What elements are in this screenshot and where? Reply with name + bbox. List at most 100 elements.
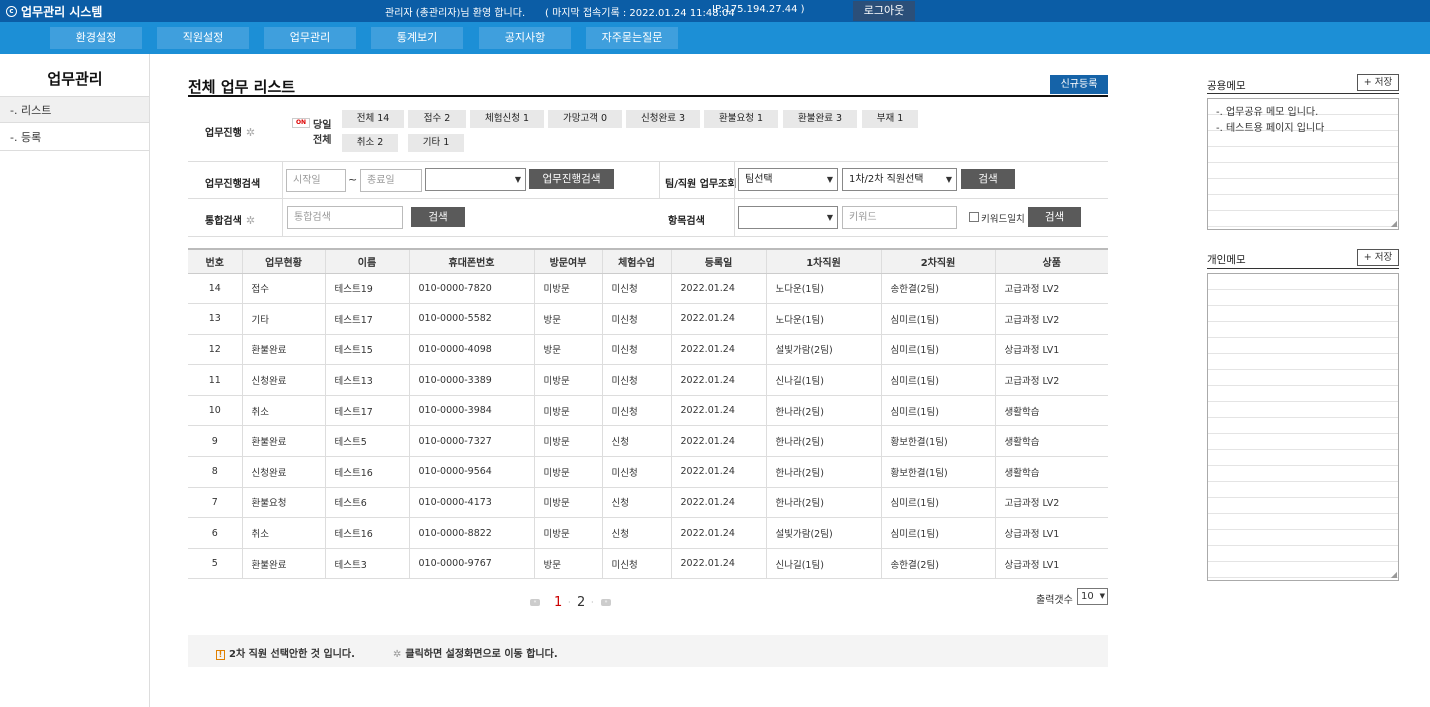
cell-no: 14: [188, 273, 242, 305]
status-chip-refund-done[interactable]: 환불완료 3: [783, 110, 857, 128]
cell-product: 상급과정 LV1: [994, 548, 1108, 580]
shared-memo-save-button[interactable]: + 저장: [1357, 74, 1399, 91]
sidebar-item-register[interactable]: -. 등록: [0, 124, 149, 151]
last-page-icon[interactable]: »: [601, 599, 611, 606]
table-row[interactable]: 6 취소 테스트16 010-0000-8822 미방문 신청 2022.01.24 설빛가람…: [188, 517, 1108, 549]
resize-handle-icon[interactable]: ◢: [1391, 570, 1397, 579]
sidebar-item-list[interactable]: -. 리스트: [0, 96, 149, 123]
cell-no: 13: [188, 303, 242, 335]
gear-icon: ✲: [393, 649, 402, 660]
progress-select[interactable]: ▼: [425, 168, 526, 191]
cell-phone: 010-0000-7327: [408, 425, 534, 458]
personal-memo-save-button[interactable]: + 저장: [1357, 249, 1399, 266]
cell-phone: 010-0000-5582: [408, 303, 534, 335]
cell-date: 2022.01.24: [670, 303, 766, 335]
chevron-down-icon: ▼: [826, 213, 833, 222]
table-row[interactable]: 9 환불완료 테스트5 010-0000-7327 미방문 신청 2022.01.24 한나라…: [188, 425, 1108, 458]
count-label: 출력갯수: [1036, 595, 1073, 606]
logout-button[interactable]: 로그아웃: [853, 1, 915, 21]
status-chip-all[interactable]: 전체 14: [342, 110, 404, 128]
cell-no: 12: [188, 334, 242, 366]
status-chip-applied[interactable]: 신청완료 3: [626, 110, 700, 128]
cell-name: 테스트13: [324, 364, 409, 396]
page-2[interactable]: 2: [577, 595, 585, 610]
main-nav: 환경설정 직원설정 업무관리 통계보기 공지사항 자주묻는질문: [0, 22, 1430, 54]
nav-stats[interactable]: 통계보기: [371, 27, 463, 49]
integrated-search-button[interactable]: 검색: [411, 207, 465, 227]
count-select[interactable]: 10 ▼: [1077, 588, 1108, 605]
status-chip-received[interactable]: 접수 2: [408, 110, 466, 128]
nav-settings[interactable]: 환경설정: [50, 27, 142, 49]
cell-staff2: 심미르(1팀): [880, 487, 995, 519]
status-chip-refund-request[interactable]: 환불요청 1: [704, 110, 778, 128]
cell-no: 8: [188, 456, 242, 488]
staff-select[interactable]: 1차/2차 직원선택 ▼: [842, 168, 957, 191]
app-title: c 업무관리 시스템: [6, 3, 102, 20]
table-row[interactable]: 11 신청완료 테스트13 010-0000-3389 미방문 미신청 2022.01.24…: [188, 364, 1108, 396]
page-1[interactable]: 1: [554, 595, 562, 610]
progress-row: 업무진행 ✲ ON 당일 전체 전체 14 접수 2 체험신청 1 가망고객 0 …: [188, 97, 1108, 162]
cell-phone: 010-0000-3984: [408, 395, 534, 427]
shared-memo-textarea[interactable]: -. 업무공유 메모 입니다. -. 테스트용 페이지 입니다 ◢: [1207, 98, 1399, 230]
keyword-input[interactable]: 키워드: [842, 206, 957, 229]
cell-status: 취소: [241, 517, 325, 549]
table-row[interactable]: 14 접수 테스트19 010-0000-7820 미방문 미신청 2022.01.24 노다…: [188, 273, 1108, 305]
col-trial: 체험수업: [601, 248, 671, 274]
table-row[interactable]: 7 환불요청 테스트6 010-0000-4173 미방문 신청 2022.01.24 한나라…: [188, 487, 1108, 519]
sidebar-title: 업무관리: [47, 70, 103, 88]
cell-staff2: 황보한결(1팀): [880, 456, 995, 488]
nav-notice[interactable]: 공지사항: [479, 27, 571, 49]
cell-visit: 미방문: [533, 395, 602, 427]
gear-icon[interactable]: ✲: [246, 214, 255, 227]
nav-faq[interactable]: 자주묻는질문: [586, 27, 678, 49]
cell-phone: 010-0000-8822: [408, 517, 534, 549]
table-row[interactable]: 8 신청완료 테스트16 010-0000-9564 미방문 미신청 2022.01.24 한…: [188, 456, 1108, 488]
start-date-input[interactable]: 시작일: [286, 169, 346, 192]
nav-work[interactable]: 업무관리: [264, 27, 356, 49]
item-search-button[interactable]: 검색: [1028, 207, 1081, 227]
tilde-text: ~: [348, 173, 358, 186]
team-select[interactable]: 팀선택 ▼: [738, 168, 838, 191]
table-row[interactable]: 12 환불완료 테스트15 010-0000-4098 방문 미신청 2022.01.24 설…: [188, 334, 1108, 366]
cell-trial: 신청: [601, 517, 671, 549]
status-chip-trial[interactable]: 체험신청 1: [470, 110, 544, 128]
cell-phone: 010-0000-3389: [408, 364, 534, 396]
cell-no: 6: [188, 517, 242, 549]
team-search-button[interactable]: 검색: [961, 169, 1015, 189]
resize-handle-icon[interactable]: ◢: [1391, 219, 1397, 228]
nav-staff[interactable]: 직원설정: [157, 27, 249, 49]
gear-icon[interactable]: ✲: [246, 126, 255, 139]
end-date-input[interactable]: 종료일: [360, 169, 422, 192]
cell-phone: 010-0000-4098: [408, 334, 534, 366]
cell-date: 2022.01.24: [670, 425, 766, 458]
cell-name: 테스트19: [324, 273, 409, 305]
status-chip-etc[interactable]: 기타 1: [408, 134, 464, 152]
col-date: 등록일: [670, 248, 766, 274]
status-chip-absent[interactable]: 부재 1: [862, 110, 918, 128]
table-header-row: 번호 업무현황 이름 휴대폰번호 방문여부 체험수업 등록일 1차직원 2차직원…: [188, 248, 1108, 274]
status-chip-cancel[interactable]: 취소 2: [342, 134, 398, 152]
cell-status: 환불완료: [241, 548, 325, 580]
personal-memo-textarea[interactable]: ◢: [1207, 273, 1399, 581]
memo-line: -. 테스트용 페이지 입니다: [1216, 123, 1325, 134]
cell-staff1: 한나라(2팀): [765, 395, 881, 427]
progress-search-button[interactable]: 업무진행검색: [529, 169, 614, 189]
divider: [282, 199, 283, 237]
page-separator: ·: [591, 598, 594, 607]
table-row[interactable]: 10 취소 테스트17 010-0000-3984 미방문 미신청 2022.01.24 한나…: [188, 395, 1108, 427]
cell-visit: 방문: [533, 303, 602, 335]
integrated-search-row: 통합검색 ✲ 통합검색 검색 항목검색 ▼ 키워드 키워드일치 검색: [188, 199, 1108, 237]
table-row[interactable]: 13 기타 테스트17 010-0000-5582 방문 미신청 2022.01.24 노다운…: [188, 303, 1108, 335]
cell-staff1: 노다운(1팀): [765, 273, 881, 305]
cell-trial: 미신청: [601, 364, 671, 396]
cell-trial: 미신청: [601, 334, 671, 366]
status-chip-prospect[interactable]: 가망고객 0: [548, 110, 622, 128]
app-title-text: 업무관리 시스템: [21, 5, 103, 19]
integrated-search-input[interactable]: 통합검색: [287, 206, 403, 229]
first-page-icon[interactable]: «: [530, 599, 540, 606]
table-row[interactable]: 5 환불완료 테스트3 010-0000-9767 방문 미신청 2022.01.24 신나길…: [188, 548, 1108, 580]
cell-status: 신청완료: [241, 364, 325, 396]
new-register-button[interactable]: 신규등록: [1050, 75, 1108, 94]
keyword-match-checkbox[interactable]: [969, 212, 979, 222]
item-select[interactable]: ▼: [738, 206, 838, 229]
